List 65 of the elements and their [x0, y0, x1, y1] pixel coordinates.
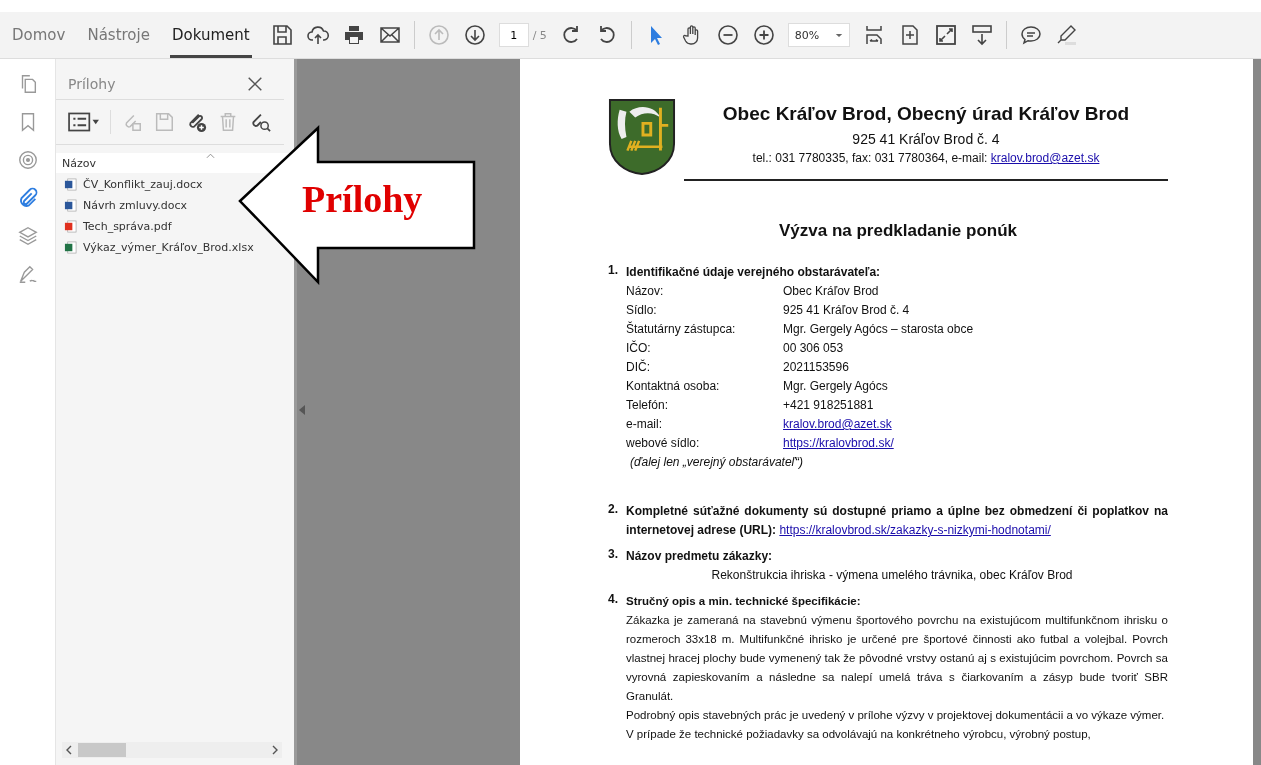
section-number: 3.: [608, 547, 619, 563]
callout-label: Prílohy: [302, 177, 423, 221]
section-number: 2.: [608, 502, 619, 518]
paragraph: Podrobný opis stavebných prác je uvedený v prílohe výzvy v projektovej dokumentácii a vo výkaze výmer.: [626, 708, 1166, 723]
paragraph: V prípade že technické požiadavky sa odvolávajú na konkrétneho výrobcu, výrobný postup,: [626, 727, 1092, 742]
page-total: / 5: [532, 28, 547, 42]
field-label: IČO:: [626, 339, 652, 357]
zoom-dropdown[interactable]: 80%: [787, 23, 850, 47]
field-value: 925 41 Kráľov Brod č. 4: [783, 303, 910, 317]
horizontal-scrollbar[interactable]: [62, 742, 282, 758]
field-value: 00 306 053: [783, 341, 844, 355]
field-label: Štatutárny zástupca:: [626, 320, 737, 338]
field-value: Mgr. Gergely Agócs – starosta obce: [783, 322, 974, 336]
cloud-upload-icon[interactable]: [305, 23, 330, 47]
letterhead-title: Obec Kráľov Brod, Obecný úrad Kráľov Brod: [721, 103, 1131, 125]
search-attachment-icon[interactable]: [249, 111, 271, 133]
letterhead-address: 925 41 Kráľov Brod č. 4: [851, 131, 1001, 147]
section-title: Stručný opis a min. technické špecifikácie:: [626, 595, 861, 607]
field-link[interactable]: https://kralovbrod.sk/: [783, 436, 894, 450]
field-label: Názov:: [626, 283, 665, 300]
close-icon[interactable]: [246, 75, 264, 93]
field-link[interactable]: kralov.brod@azet.sk: [783, 417, 892, 431]
field-value: +421 918251881: [783, 398, 874, 412]
field-label: e-mail:: [626, 416, 663, 433]
section-title: Názov predmetu zákazky:: [626, 549, 773, 563]
section-number: 4.: [608, 592, 619, 608]
caret-icon[interactable]: [834, 32, 843, 38]
panel-title: Prílohy: [68, 76, 116, 92]
layers-icon[interactable]: [16, 225, 39, 247]
attachment-item[interactable]: ČV_Konflikt_zauj.docx: [83, 177, 203, 191]
field-value: 2021153596: [783, 360, 849, 374]
letterhead-contact: tel.: 031 7780335, fax: 031 7780364, e-mail:: [752, 151, 988, 165]
scroll-left-icon[interactable]: [66, 745, 72, 755]
list-options-icon[interactable]: [68, 111, 100, 133]
target-icon[interactable]: [16, 149, 39, 171]
scroll-right-icon[interactable]: [272, 745, 278, 755]
field-label: DIČ:: [626, 358, 651, 376]
menu-tab[interactable]: Nástroje: [85, 12, 152, 58]
scroll-mode-icon[interactable]: [969, 23, 994, 47]
field-label: Sídlo:: [626, 302, 658, 319]
email-link[interactable]: kralov.brod@azet.sk: [990, 151, 1100, 165]
comment-icon[interactable]: [1018, 23, 1043, 47]
field-value: Obec Kráľov Brod: [783, 284, 879, 298]
field-label: webové sídlo:: [626, 435, 701, 452]
page-number-field[interactable]: 1: [498, 23, 529, 47]
section-title: Identifikačné údaje verejného obstarávateľa:: [626, 265, 881, 279]
column-header[interactable]: Názov: [62, 156, 96, 170]
url-link[interactable]: https://kralovbrod.sk/zakazky-s-nizkymi-hodnotami/: [779, 523, 1051, 537]
zoom-out-icon[interactable]: [715, 23, 740, 47]
attachment-item[interactable]: Výkaz_výmer_Kráľov_Brod.xlsx: [83, 240, 254, 254]
field-value: Mgr. Gergely Agócs: [783, 379, 888, 393]
attachment-item[interactable]: Návrh zmluvy.docx: [83, 198, 187, 212]
full-screen-icon[interactable]: [933, 23, 958, 47]
zoom-in-icon[interactable]: [751, 23, 776, 47]
document-heading: Výzva na predkladanie ponúk: [777, 221, 1019, 241]
menu-tab[interactable]: Domov: [10, 12, 68, 58]
attachment-item[interactable]: Tech_správa.pdf: [83, 219, 172, 233]
note-text: (ďalej len „verejný obstarávateľ“): [629, 454, 804, 471]
section-title: Kompletné súťažné dokumenty sú dostupné priamo a úplne bez obmedzení či poplatkov na internetovej adrese (URL): https://kralovbrod.sk/zakazky-s-nizkymi-hodnotami/: [626, 503, 1168, 539]
project-name: Rekonštrukcia ihriska - výmena umelého trávnika, obec Kráľov Brod: [710, 567, 1074, 584]
paragraph: Zákazka je zameraná na stavebnú výmenu športového povrchu na existujúcom multifunkčnom ihrisku o rozmeroch 33x18 m. Multifunkčné ihrisko je určené pre športové činnosti ako futbal a volejbal. Povrch vlastnej hracej plochy bude vymenený tak že pôvodné vrstvy ostanú aj s existujúcim povrchom. Povrch sa vyrovná zapieskovaním a následne sa nalepí umelá tráva s čiarkovaním a zásyp bude tvoriť SBR Granulát.: [626, 613, 1168, 704]
field-label: Kontaktná osoba:: [626, 378, 721, 395]
section-number: 1.: [608, 263, 619, 279]
arrow-down-circle-icon[interactable]: [462, 23, 487, 47]
field-label: Telefón:: [626, 397, 670, 414]
